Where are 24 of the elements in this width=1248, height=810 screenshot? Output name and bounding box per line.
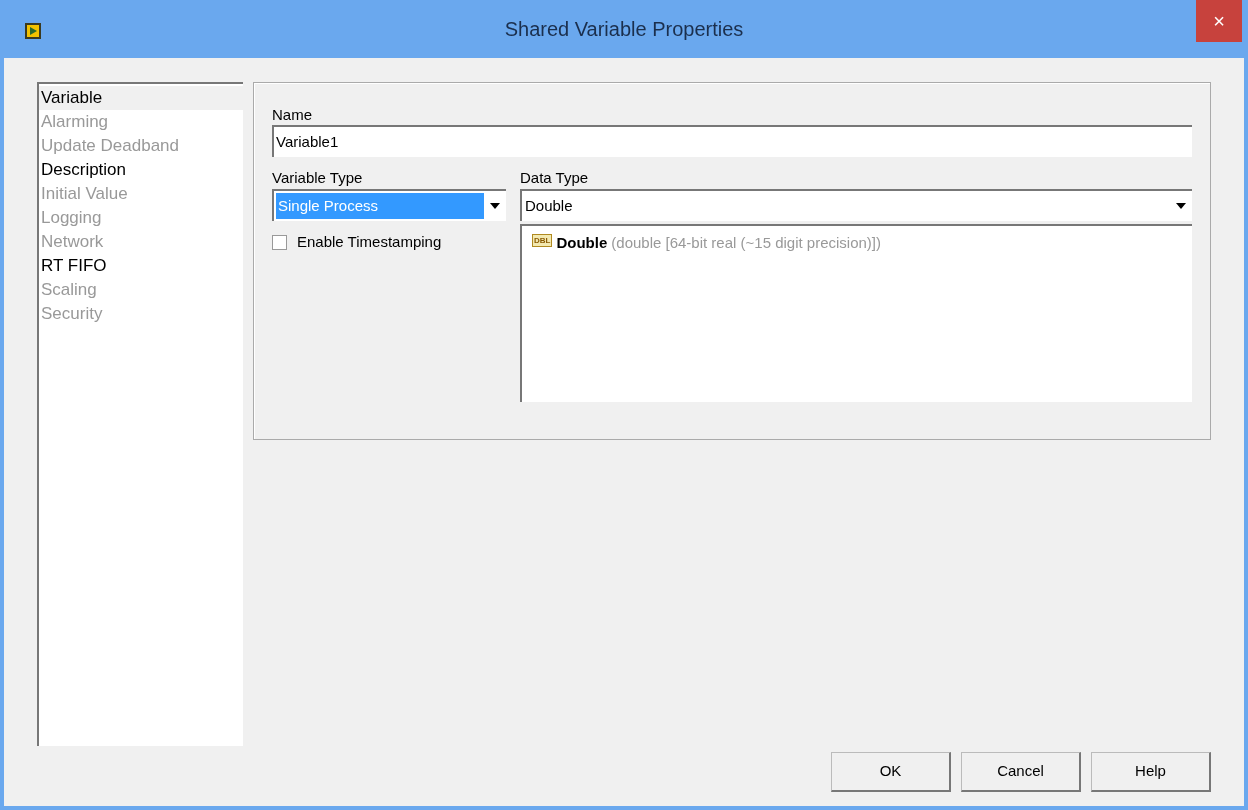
dropdown-arrow-icon[interactable] xyxy=(490,203,500,209)
checkbox[interactable] xyxy=(272,234,287,250)
window-title: Shared Variable Properties xyxy=(504,17,744,42)
field-label: Data Type xyxy=(520,168,590,188)
app-icon xyxy=(24,22,42,40)
dialog-button[interactable]: OK xyxy=(831,752,951,792)
field-label: Variable Type xyxy=(272,168,364,188)
sidebar-item[interactable]: RT FIFO xyxy=(39,254,243,278)
type-badge: DBL xyxy=(532,234,553,247)
type-description: (double [64-bit real (~15 digit precision)]) xyxy=(611,233,882,253)
sidebar-item[interactable]: Description xyxy=(39,158,243,182)
data-type-dropdown[interactable]: Double xyxy=(520,189,1192,221)
sidebar-item[interactable]: Variable xyxy=(39,86,243,110)
variable-type-dropdown[interactable]: Single Process xyxy=(272,189,506,221)
field-label: Name xyxy=(272,105,313,125)
dialog-button[interactable]: Help xyxy=(1091,752,1211,792)
close-button[interactable]: × xyxy=(1196,0,1242,42)
checkbox-label: Enable Timestamping xyxy=(297,232,442,252)
dropdown-arrow-icon[interactable] xyxy=(1176,203,1186,209)
dropdown-value: Single Process xyxy=(276,193,484,219)
dropdown-value: Double xyxy=(525,195,574,216)
dialog-button[interactable]: Cancel xyxy=(961,752,1081,792)
type-name: Double xyxy=(556,233,608,253)
name-field[interactable]: Variable1 xyxy=(272,125,1192,157)
